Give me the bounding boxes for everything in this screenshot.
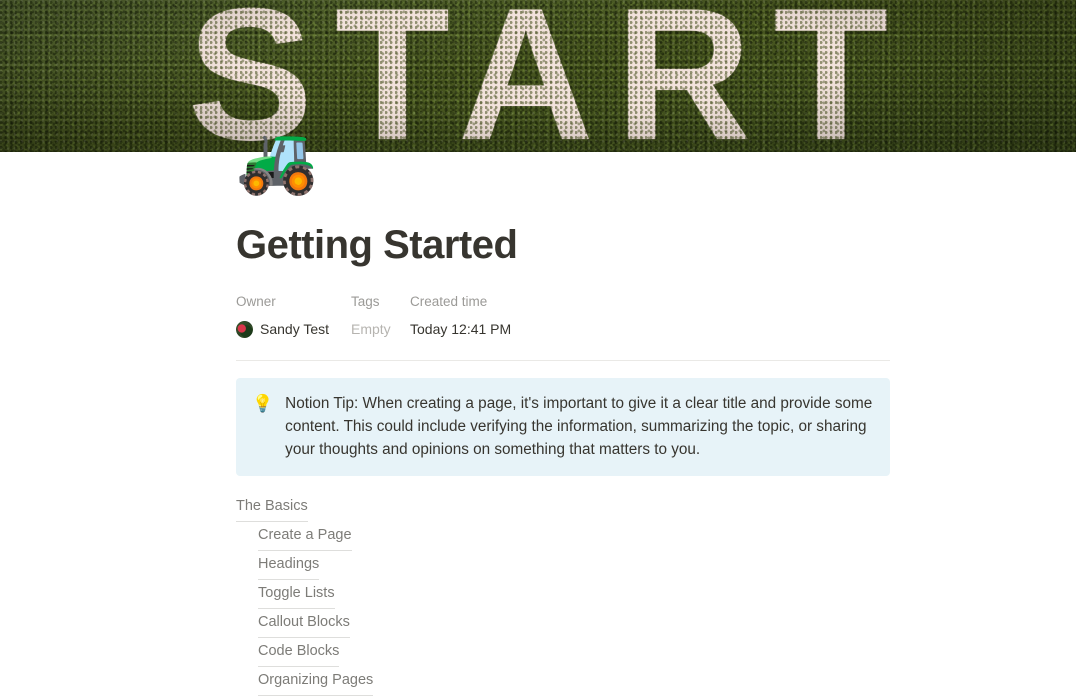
owner-name: Sandy Test: [260, 321, 330, 337]
toc-item[interactable]: Callout Blocks: [258, 609, 350, 638]
callout-block[interactable]: 💡 Notion Tip: When creating a page, it's…: [236, 378, 890, 476]
property-value-owner[interactable]: Sandy Test: [236, 320, 351, 338]
properties-divider: [236, 360, 890, 361]
property-label-created-time[interactable]: Created time: [410, 293, 610, 311]
property-label-tags-text: Tags: [351, 294, 380, 309]
property-value-created-time[interactable]: Today 12:41 PM: [410, 321, 610, 337]
page-cover-image[interactable]: START: [0, 0, 1076, 152]
cover-vignette: [0, 0, 1076, 152]
property-label-owner[interactable]: Owner: [236, 293, 351, 311]
page-properties: Owner Tags Created time Sandy Test Empty…: [236, 292, 890, 340]
avatar: [236, 320, 253, 338]
property-label-owner-text: Owner: [236, 294, 276, 309]
property-label-created-time-text: Created time: [410, 294, 488, 309]
property-values-row: Sandy Test Empty Today 12:41 PM: [236, 318, 890, 340]
property-label-tags[interactable]: Tags: [351, 293, 410, 311]
toc-item[interactable]: Toggle Lists: [258, 580, 335, 609]
page-title[interactable]: Getting Started: [236, 222, 890, 268]
toc-item[interactable]: Create a Page: [258, 522, 352, 551]
toc-item[interactable]: Code Blocks: [258, 638, 340, 667]
owner-person-chip[interactable]: Sandy Test: [236, 320, 351, 338]
tags-empty-placeholder: Empty: [351, 321, 391, 337]
page-content: Getting Started Owner Tags Created time: [0, 152, 1076, 700]
toc-item[interactable]: Organizing Pages: [258, 667, 374, 696]
created-time-text: Today 12:41 PM: [410, 321, 512, 337]
property-labels-row: Owner Tags Created time: [236, 292, 890, 312]
callout-text: Notion Tip: When creating a page, it's i…: [285, 395, 873, 458]
light-bulb-icon[interactable]: 💡: [252, 392, 273, 415]
toc-item[interactable]: Headings: [258, 551, 320, 580]
table-of-contents: The Basics Create a Page Headings Toggle…: [236, 493, 890, 700]
toc-item[interactable]: Advanced Techniques: [236, 696, 378, 700]
toc-item[interactable]: The Basics: [236, 493, 308, 522]
property-value-tags[interactable]: Empty: [351, 321, 410, 337]
notion-page: START 🚜 Getting Started Owner Tags Creat…: [0, 0, 1076, 700]
